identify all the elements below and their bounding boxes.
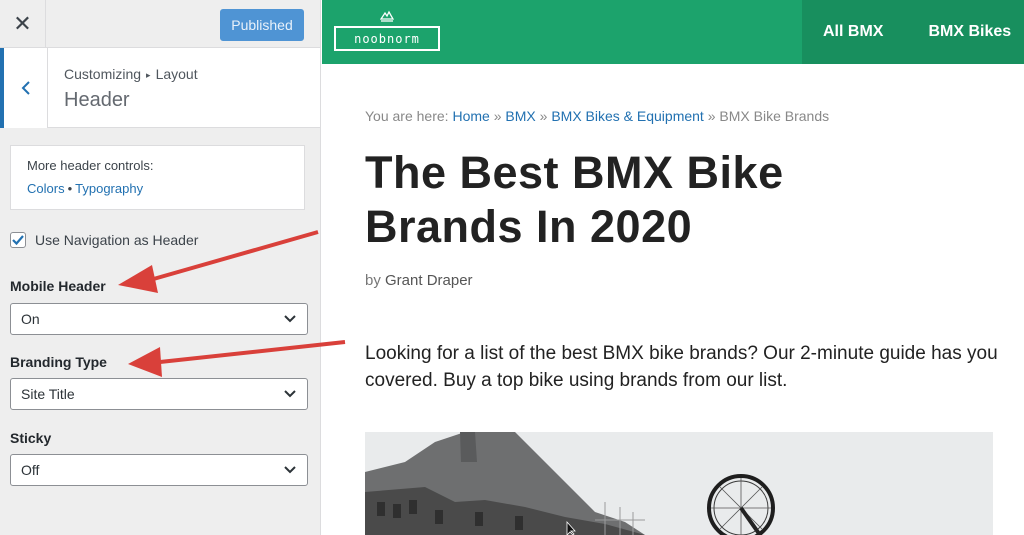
back-button[interactable] [0,48,48,128]
breadcrumb-current: BMX Bike Brands [719,108,830,124]
nav-item-all-bmx[interactable]: All BMX [823,23,883,41]
sticky-select[interactable]: Off [10,454,308,486]
section-breadcrumb: Customizing ▸ Layout [64,66,198,82]
post-title: The Best BMX Bike Brands In 2020 [365,147,784,252]
customizer-topbar: ✕ Published [0,0,320,48]
sticky-value: Off [21,462,40,478]
author-link[interactable]: Grant Draper [385,272,473,289]
post-intro: Looking for a list of the best BMX bike … [365,343,998,391]
chevron-down-icon [284,315,296,323]
customizer-sidebar: ✕ Published Customizing ▸ Layout Header Mo… [0,0,321,535]
branding-type-value: Site Title [21,386,75,402]
breadcrumb-separator: » [707,108,716,124]
section-title: Header [64,89,130,111]
mobile-header-select[interactable]: On [10,303,308,335]
breadcrumb-layout: Layout [155,66,198,82]
breadcrumb-customizing: Customizing [64,66,142,82]
hero-image [365,432,993,535]
checkmark-icon [12,235,24,246]
site-preview: noobnorm All BMX BMX Bikes You are here:… [322,0,1024,535]
sticky-label: Sticky [10,430,52,446]
section-header: Customizing ▸ Layout Header [0,48,320,128]
mobile-header-value: On [21,311,40,327]
post-byline: by Grant Draper [365,272,473,289]
chevron-down-icon [284,466,296,474]
typography-link[interactable]: Typography [75,181,143,196]
byline-prefix: by [365,272,381,289]
mountain-icon [380,10,394,22]
mobile-header-label: Mobile Header [10,278,106,294]
primary-nav: All BMX BMX Bikes [802,0,1024,64]
breadcrumb-separator: ▸ [146,70,151,80]
use-nav-as-header-label: Use Navigation as Header [35,232,199,248]
breadcrumb-separator: » [539,108,548,124]
close-icon: ✕ [13,11,32,37]
use-nav-as-header-checkbox[interactable] [10,232,26,248]
more-controls-title: More header controls: [27,158,154,173]
branding-type-label: Branding Type [10,354,107,370]
use-nav-as-header-row: Use Navigation as Header [10,232,198,248]
breadcrumb-bmx-link[interactable]: BMX [505,108,535,124]
breadcrumb: You are here: Home » BMX » BMX Bikes & E… [365,108,829,124]
publish-button[interactable]: Published [220,9,304,41]
hero-photo [365,432,993,535]
site-logo[interactable]: noobnorm [334,10,440,52]
logo-text: noobnorm [334,26,440,51]
colors-link[interactable]: Colors [27,181,65,196]
more-controls-links: Colors • Typography [27,181,288,196]
chevron-down-icon [284,390,296,398]
chevron-left-icon [21,81,30,95]
breadcrumb-home-link[interactable]: Home [452,108,489,124]
close-customizer-button[interactable]: ✕ [0,0,46,48]
branding-type-select[interactable]: Site Title [10,378,308,410]
breadcrumb-prefix: You are here: [365,108,449,124]
breadcrumb-separator: » [493,108,502,124]
more-controls-box: More header controls: Colors • Typography [10,145,305,210]
site-header: noobnorm All BMX BMX Bikes [322,0,1024,64]
link-separator: • [67,181,73,196]
nav-item-bmx-bikes[interactable]: BMX Bikes [928,23,1011,41]
breadcrumb-equipment-link[interactable]: BMX Bikes & Equipment [551,108,704,124]
